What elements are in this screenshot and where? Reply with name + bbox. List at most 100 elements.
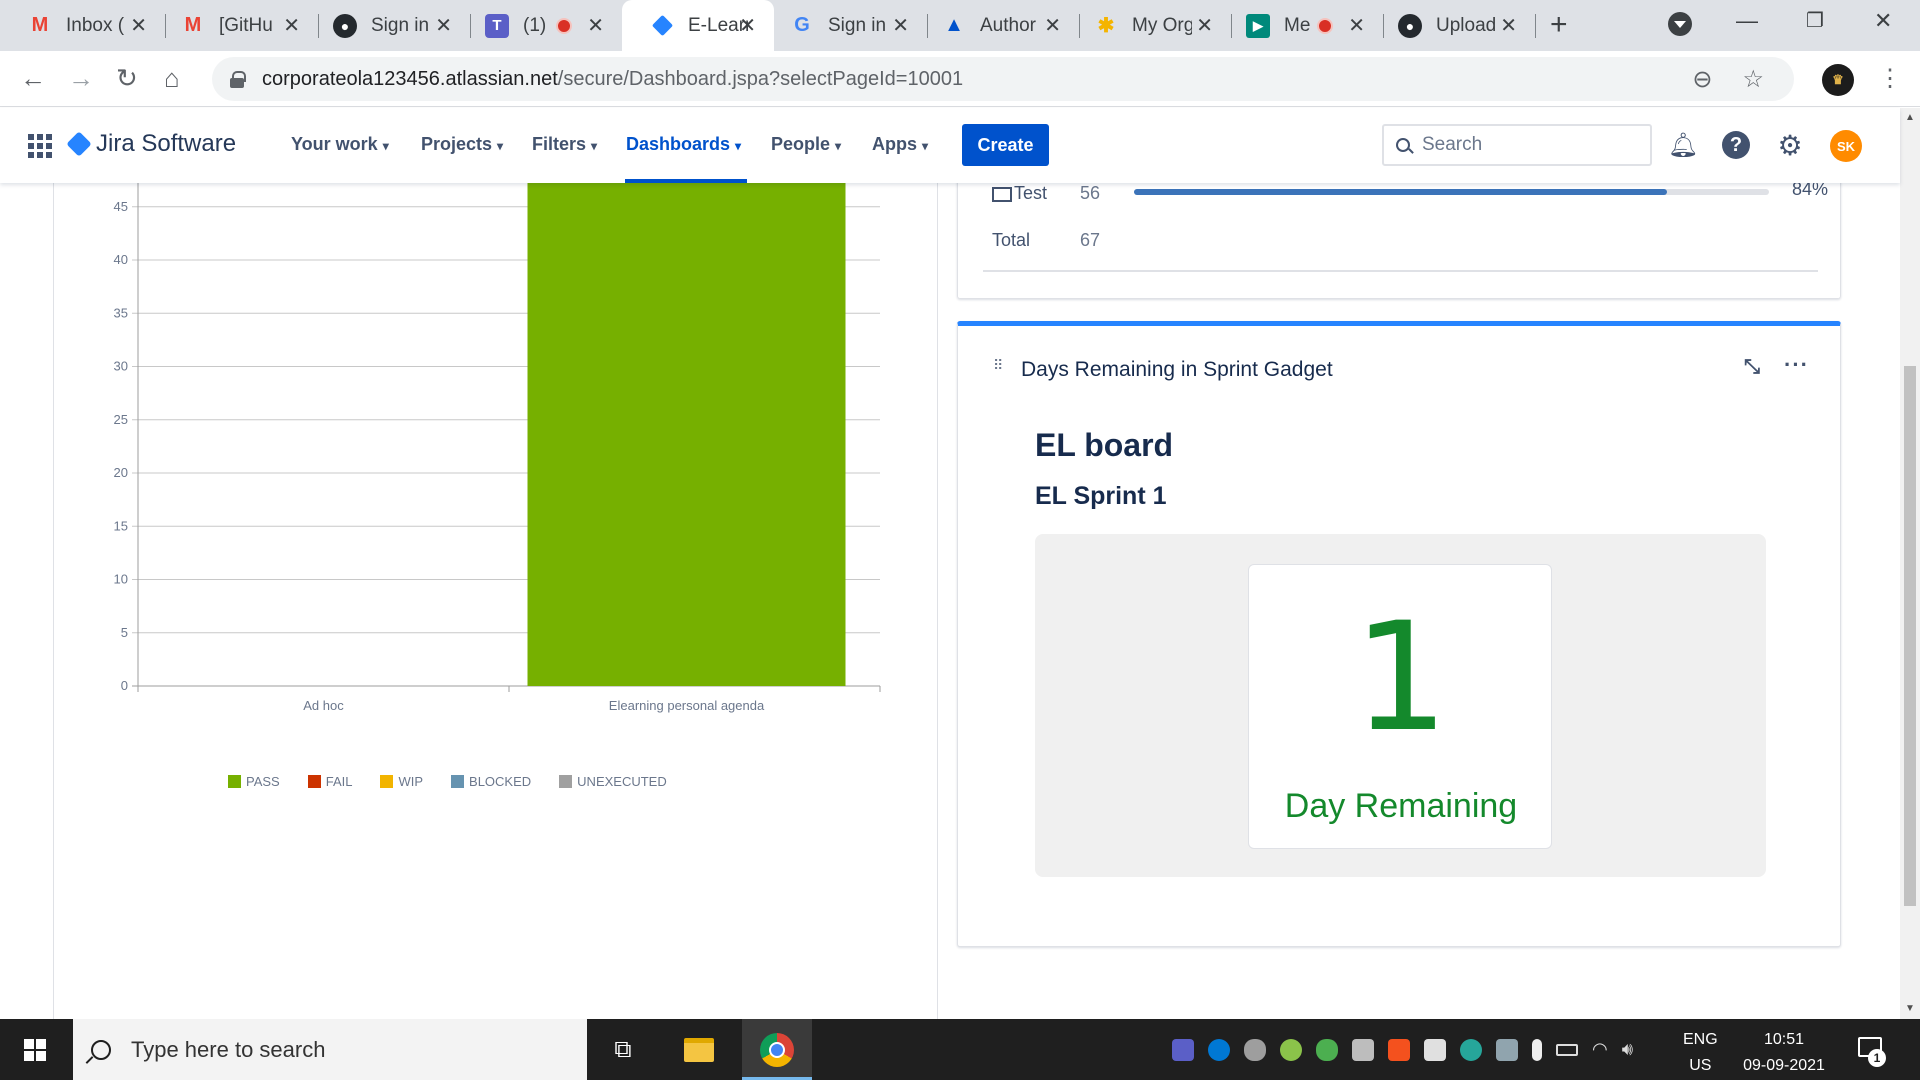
windows-start-icon[interactable] [24,1039,46,1061]
omnibox[interactable]: corporateola123456.atlassian.net/secure/… [212,57,1794,101]
browser-profile-avatar[interactable]: ♛ [1822,64,1854,96]
more-actions-icon[interactable]: ··· [1784,352,1809,378]
lock-tray-icon[interactable] [1352,1039,1374,1061]
zoom-icon[interactable]: ⊖ [1692,65,1712,94]
summary-row-test: Test 56 [992,183,1136,204]
browser-tab[interactable]: ✱ My Org ✕ [1066,0,1231,51]
microphone-tray-icon[interactable] [1532,1039,1542,1061]
bookmark-star-icon[interactable]: ☆ [1742,65,1764,94]
notifications-bell-icon[interactable]: 🔔︎ [1668,130,1698,160]
close-icon[interactable]: ✕ [435,13,452,38]
teams-tray-icon[interactable] [1172,1039,1194,1061]
legend-item[interactable]: BLOCKED [451,774,531,789]
tab-search-icon[interactable] [1668,12,1692,36]
onedrive-tray-icon[interactable] [1244,1039,1266,1061]
browser-tab[interactable]: G Sign in ✕ [762,0,927,51]
photos-tray-icon[interactable] [1496,1039,1518,1061]
minimize-gadget-icon[interactable]: ⤡ [1744,356,1760,379]
nav-filters[interactable]: Filters ▾ [532,134,597,155]
browser-tab[interactable]: ▶ Me ✕ [1218,0,1383,51]
app-switcher-icon[interactable] [28,134,52,158]
reload-icon[interactable]: ↻ [116,63,138,94]
close-icon[interactable]: ✕ [892,13,909,38]
browser-tab[interactable]: M [GitHu ✕ [153,0,318,51]
legend-item[interactable]: WIP [380,774,423,789]
tab-title: Inbox ( [66,14,125,36]
nav-your-work[interactable]: Your work ▾ [291,134,389,155]
y-tick-label: 45 [114,199,128,214]
close-icon[interactable]: ✕ [130,13,147,38]
close-icon[interactable]: ✕ [739,13,756,38]
close-icon[interactable]: ✕ [587,13,604,38]
nav-label: Filters [532,134,587,154]
nav-people[interactable]: People ▾ [771,134,841,155]
y-tick-label: 35 [114,305,128,320]
input-language[interactable]: ENG US [1683,1027,1718,1079]
user-avatar[interactable]: SK [1830,130,1862,162]
brand-name: Jira Software [96,130,237,157]
help-icon: ? [1722,131,1750,159]
forward-icon[interactable]: → [68,63,94,94]
close-icon[interactable]: ✕ [1044,13,1061,38]
file-explorer-icon[interactable] [682,1033,716,1067]
dashboard-content: 0 5 10 15 20 25 30 35 40 45 Ad hoc Elearning person… [0,173,1900,1019]
chrome-taskbar-button[interactable] [742,1019,812,1080]
lock-icon[interactable] [230,71,246,88]
browser-tab[interactable]: ● Upload ✕ [1370,0,1535,51]
browser-tab-active[interactable]: E-Learn ✕ [622,0,774,51]
nav-dashboards[interactable]: Dashboards ▾ [626,134,741,155]
jira-logo[interactable]: Jira Software [66,130,237,158]
recording-icon [1317,17,1333,34]
url-text[interactable]: corporateola123456.atlassian.net/secure/… [262,68,963,91]
new-tab-plus-icon[interactable]: + [1550,8,1568,42]
search-field[interactable] [1382,124,1652,166]
globe-tray-icon[interactable] [1460,1039,1482,1061]
summary-row-label: Test [992,183,1080,204]
drag-handle-icon[interactable]: ⠿ [993,358,1003,372]
close-icon[interactable]: ✕ [283,13,300,38]
browser-tab[interactable]: ● Sign in ✕ [305,0,470,51]
y-tick-label: 15 [114,518,128,533]
browser-menu-icon[interactable]: ⋮ [1878,64,1902,93]
wifi-icon[interactable]: ◠ [1592,1039,1608,1061]
close-icon[interactable]: ✕ [1500,13,1517,38]
scroll-down-arrow-icon[interactable]: ▼ [1905,1003,1915,1014]
minimize-icon[interactable]: — [1736,8,1758,34]
search-input[interactable] [1422,134,1622,156]
legend-item[interactable]: UNEXECUTED [559,774,667,789]
cloud-sync-tray-icon[interactable] [1316,1039,1338,1061]
x-category-label: Elearning personal agenda [609,698,765,713]
taskbar-clock[interactable]: 10:51 09-09-2021 [1734,1027,1834,1079]
scroll-up-arrow-icon[interactable]: ▲ [1905,112,1915,123]
task-view-icon[interactable]: ⧉ [606,1033,640,1067]
browser-tab[interactable]: M Inbox ( ✕ [0,0,165,51]
summary-label-text: Test [1014,183,1048,203]
close-icon[interactable]: ✕ [1348,13,1365,38]
settings-tray-icon[interactable] [1280,1039,1302,1061]
brave-tray-icon[interactable] [1388,1039,1410,1061]
tab-title: My Org [1132,14,1192,36]
settings-gear-icon[interactable]: ⚙ [1775,130,1805,161]
volume-icon[interactable]: 🔊︎ [1622,1039,1633,1061]
back-icon[interactable]: ← [20,63,46,94]
close-icon[interactable]: ✕ [1196,13,1213,38]
help-icon-wrap[interactable]: ? [1721,130,1751,160]
browser-tab[interactable]: T (1) ✕ [457,0,622,51]
security-shield-tray-icon[interactable] [1424,1039,1446,1061]
taskbar-search[interactable]: Type here to search [73,1019,587,1080]
close-window-icon[interactable]: ✕ [1874,8,1892,34]
recording-icon [556,17,572,34]
nav-projects[interactable]: Projects ▾ [421,134,503,155]
legend-item[interactable]: FAIL [307,774,352,789]
legend-item[interactable]: PASS [228,774,280,789]
scrollbar-thumb[interactable] [1904,366,1916,906]
battery-icon[interactable] [1556,1044,1578,1056]
create-button[interactable]: Create [962,124,1049,166]
column-divider [53,183,54,1019]
page-scrollbar[interactable]: ▲ ▼ [1900,108,1920,1019]
skype-tray-icon[interactable] [1208,1039,1230,1061]
nav-apps[interactable]: Apps ▾ [872,134,928,155]
browser-tab[interactable]: ▲ Author ✕ [914,0,1079,51]
restore-icon[interactable]: ❐ [1806,8,1824,33]
home-icon[interactable]: ⌂ [164,63,180,94]
